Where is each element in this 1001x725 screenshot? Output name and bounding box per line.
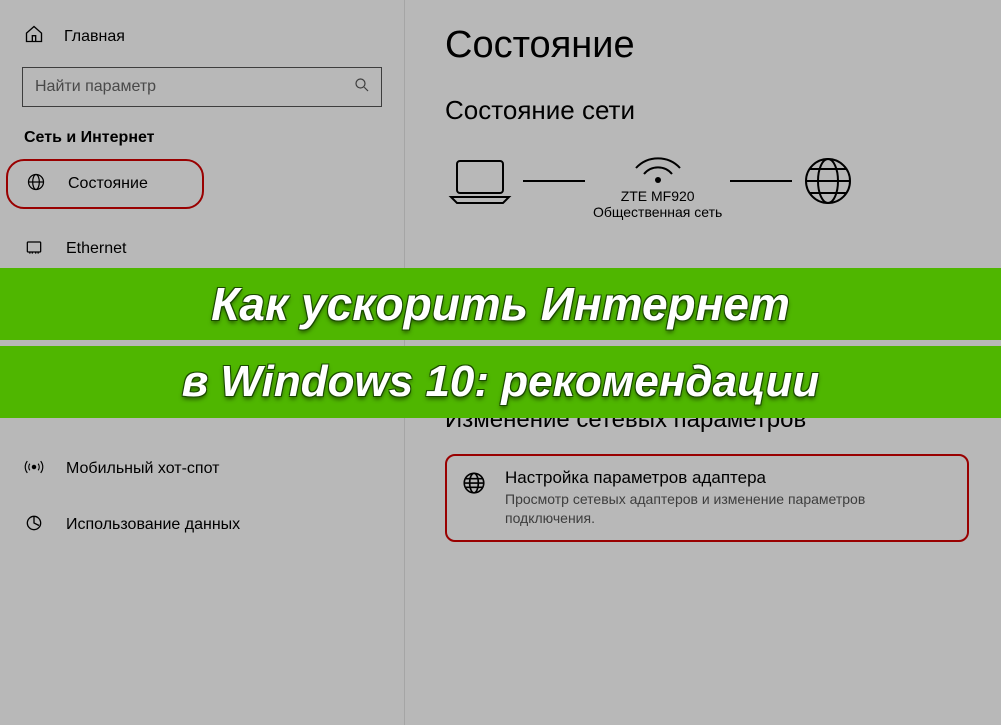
globe-icon [26, 172, 48, 197]
globe-icon [461, 470, 487, 501]
ethernet-icon [24, 237, 46, 262]
overlay-banner-line1: Как ускорить Интернет [0, 268, 1001, 340]
sidebar-item-label: Использование данных [66, 516, 240, 534]
globe-icon [800, 153, 856, 209]
connection-line [523, 180, 585, 182]
hotspot-icon [24, 457, 46, 482]
sidebar-item-label: Ethernet [66, 240, 126, 258]
home-icon [24, 24, 46, 49]
sidebar-item-status[interactable]: Состояние [6, 159, 204, 209]
sidebar-item-hotspot[interactable]: Мобильный хот-спот [0, 441, 404, 497]
sidebar-item-home[interactable]: Главная [0, 18, 404, 67]
sidebar-item-label: Состояние [68, 175, 148, 193]
adapter-desc: Просмотр сетевых адаптеров и изменение п… [505, 490, 949, 528]
overlay-banner-line2: в Windows 10: рекомендации [0, 346, 1001, 418]
wifi-device-label: ZTE MF920 [621, 188, 695, 204]
adapter-settings-button[interactable]: Настройка параметров адаптера Просмотр с… [445, 454, 969, 542]
laptop-icon [445, 155, 515, 207]
search-placeholder: Найти параметр [35, 78, 156, 96]
connection-line [730, 180, 792, 182]
wifi-network-type: Общественная сеть [593, 204, 722, 220]
search-icon [353, 76, 371, 99]
search-input[interactable]: Найти параметр [22, 67, 382, 107]
section-network-status: Состояние сети [445, 95, 969, 126]
sidebar-category-label: Сеть и Интернет [0, 129, 404, 159]
page-title: Состояние [445, 24, 969, 67]
sidebar-item-data-usage[interactable]: Использование данных [0, 497, 404, 553]
data-usage-icon [24, 513, 46, 538]
adapter-title: Настройка параметров адаптера [505, 468, 949, 488]
sidebar-item-label: Мобильный хот-спот [66, 460, 219, 478]
network-diagram: ZTE MF920 Общественная сеть [445, 142, 969, 220]
wifi-icon [630, 142, 686, 186]
home-label: Главная [64, 28, 125, 46]
